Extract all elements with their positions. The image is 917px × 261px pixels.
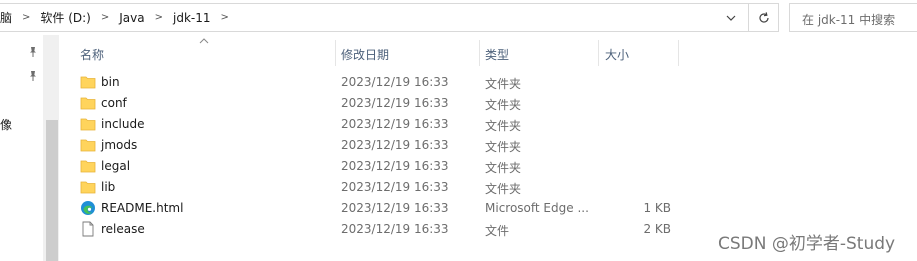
breadcrumb: 脑 > 软件 (D:) > Java > jdk-11 >	[0, 4, 239, 31]
folder-icon	[80, 97, 96, 110]
file-name: release	[101, 222, 145, 236]
file-type: 文件夹	[485, 140, 522, 154]
search-input[interactable]: 在 jdk-11 中搜索	[789, 3, 917, 32]
file-row[interactable]: include 2023/12/19 16:33 文件夹	[76, 114, 736, 135]
nav-scrollbar-thumb[interactable]	[46, 120, 58, 261]
pin-icon[interactable]	[27, 46, 39, 58]
file-size: 2 KB	[643, 222, 671, 236]
file-name: conf	[101, 96, 127, 110]
file-name: bin	[101, 75, 120, 89]
column-header-date[interactable]: 修改日期	[341, 46, 389, 63]
navigation-pane: 像	[0, 35, 60, 261]
column-header-name[interactable]: 名称	[80, 46, 104, 63]
file-type: Microsoft Edge ...	[485, 201, 589, 215]
file-name: legal	[101, 159, 131, 173]
chevron-right-icon[interactable]: >	[221, 12, 229, 23]
nav-item-label[interactable]: 像	[0, 116, 12, 133]
column-divider[interactable]	[678, 40, 679, 66]
file-date: 2023/12/19 16:33	[341, 159, 449, 173]
folder-icon	[80, 139, 96, 152]
chevron-right-icon[interactable]: >	[155, 12, 163, 23]
file-date: 2023/12/19 16:33	[341, 96, 449, 110]
column-header-type[interactable]: 类型	[485, 46, 509, 63]
file-date: 2023/12/19 16:33	[341, 201, 449, 215]
breadcrumb-item[interactable]: jdk-11	[173, 11, 211, 25]
file-row[interactable]: release 2023/12/19 16:33 文件 2 KB	[76, 219, 736, 240]
file-type: 文件	[485, 224, 510, 238]
breadcrumb-item[interactable]: 脑	[0, 9, 12, 26]
file-type: 文件夹	[485, 98, 522, 112]
file-type: 文件夹	[485, 182, 522, 196]
file-list: bin 2023/12/19 16:33 文件夹 conf 2023/12/19…	[76, 72, 736, 240]
column-divider[interactable]	[335, 40, 336, 66]
sort-ascending-icon	[199, 38, 209, 44]
chevron-down-icon[interactable]	[724, 11, 738, 25]
search-placeholder: 在 jdk-11 中搜索	[802, 13, 896, 27]
refresh-button[interactable]	[749, 3, 779, 32]
address-bar[interactable]: 脑 > 软件 (D:) > Java > jdk-11 >	[0, 3, 749, 32]
folder-icon	[80, 118, 96, 131]
watermark: CSDN @初学者-Study	[718, 234, 896, 254]
chevron-right-icon[interactable]: >	[101, 12, 109, 23]
file-row[interactable]: bin 2023/12/19 16:33 文件夹	[76, 72, 736, 93]
edge-icon	[81, 201, 95, 215]
file-name: lib	[101, 180, 116, 194]
folder-icon	[80, 181, 96, 194]
pin-icon[interactable]	[27, 70, 39, 82]
chevron-right-icon[interactable]: >	[22, 12, 30, 23]
file-row[interactable]: conf 2023/12/19 16:33 文件夹	[76, 93, 736, 114]
file-type: 文件夹	[485, 161, 522, 175]
file-row[interactable]: lib 2023/12/19 16:33 文件夹	[76, 177, 736, 198]
file-date: 2023/12/19 16:33	[341, 75, 449, 89]
file-row[interactable]: jmods 2023/12/19 16:33 文件夹	[76, 135, 736, 156]
folder-icon	[80, 76, 96, 89]
folder-icon	[80, 160, 96, 173]
address-row: 脑 > 软件 (D:) > Java > jdk-11 > 在 jdk-11 中…	[0, 0, 917, 35]
file-date: 2023/12/19 16:33	[341, 222, 449, 236]
column-divider[interactable]	[479, 40, 480, 66]
file-date: 2023/12/19 16:33	[341, 117, 449, 131]
file-name: include	[101, 117, 145, 131]
file-name: README.html	[101, 201, 184, 215]
file-type: 文件夹	[485, 77, 522, 91]
file-date: 2023/12/19 16:33	[341, 180, 449, 194]
file-row[interactable]: README.html 2023/12/19 16:33 Microsoft E…	[76, 198, 736, 219]
file-row[interactable]: legal 2023/12/19 16:33 文件夹	[76, 156, 736, 177]
file-icon	[82, 221, 94, 237]
column-divider[interactable]	[598, 40, 599, 66]
breadcrumb-item[interactable]: Java	[119, 11, 144, 25]
refresh-icon	[759, 12, 769, 23]
file-name: jmods	[101, 138, 138, 152]
breadcrumb-item[interactable]: 软件 (D:)	[40, 9, 90, 26]
column-header-size[interactable]: 大小	[605, 46, 629, 63]
file-size: 1 KB	[643, 201, 671, 215]
file-date: 2023/12/19 16:33	[341, 138, 449, 152]
file-type: 文件夹	[485, 119, 522, 133]
